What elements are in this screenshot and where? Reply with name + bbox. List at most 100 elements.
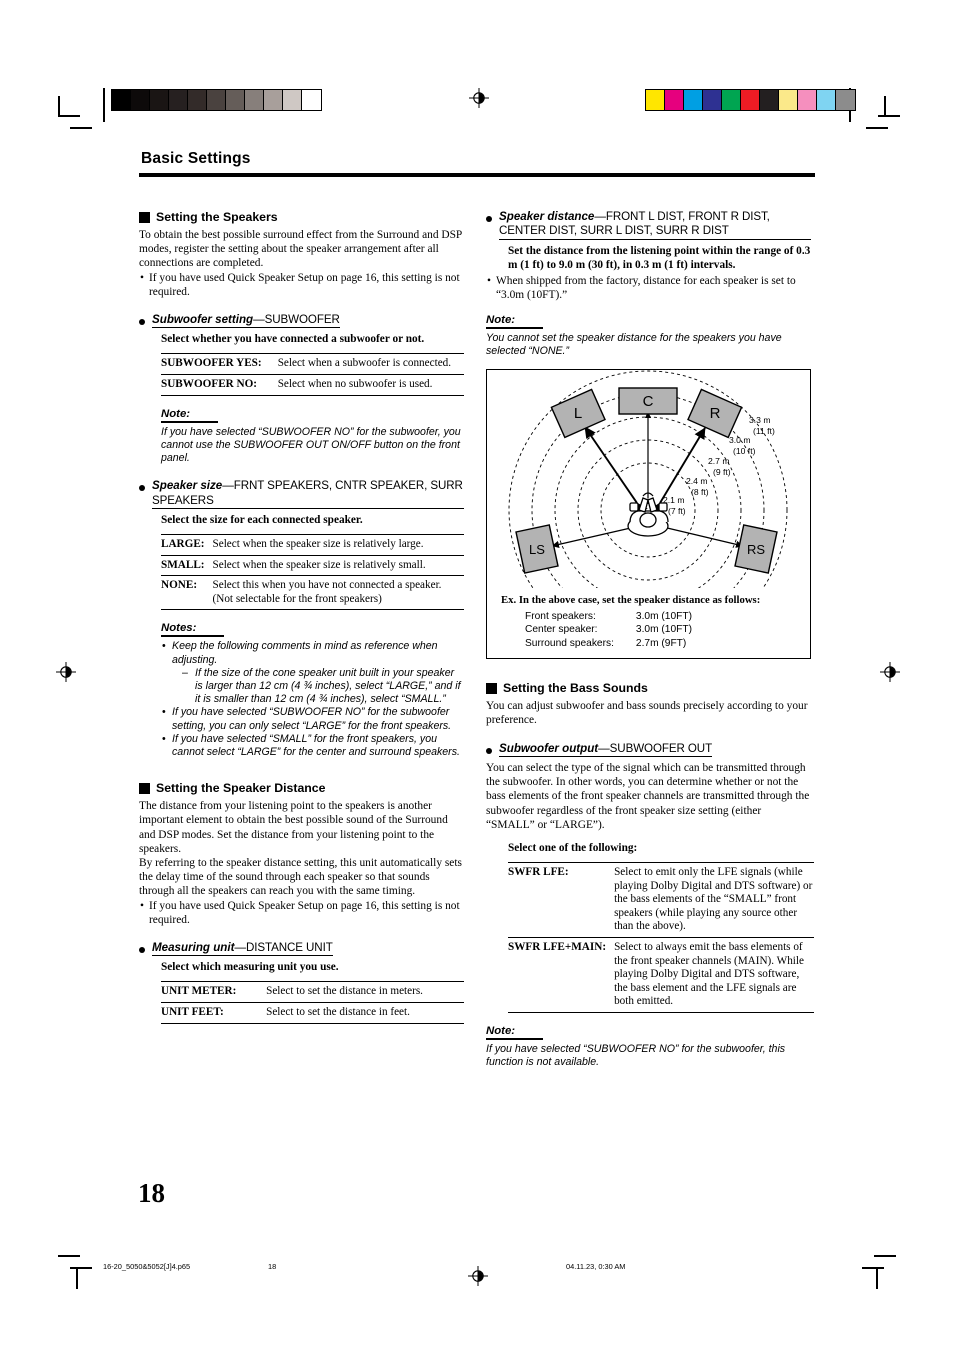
- row-key: LARGE:: [161, 538, 205, 551]
- option-lead: Select the size for each connected speak…: [161, 514, 363, 527]
- speaker-label-LS: LS: [529, 542, 545, 557]
- table-row: UNIT METER: Select to set the distance i…: [161, 981, 464, 1003]
- section-heading-setting-the-speakers: Setting the Speakers: [139, 210, 464, 224]
- page-number: 18: [138, 1178, 165, 1208]
- page-title: Basic Settings: [141, 150, 251, 167]
- bullet-dot-icon: [486, 216, 492, 222]
- arc-label-3-0m: 3.0 m: [729, 435, 751, 445]
- section-heading-label: Setting the Speakers: [156, 210, 278, 224]
- list-item: If you have used Quick Speaker Setup on …: [139, 899, 464, 927]
- option-body: You can select the type of the signal wh…: [486, 761, 810, 831]
- table-row: Front speakers: 3.0m (10FT): [525, 610, 692, 624]
- arc-label-2-1m: 2.1 m: [663, 495, 685, 505]
- calibration-swatch-0: [646, 90, 665, 110]
- table-row: UNIT FEET: Select to set the distance in…: [161, 1003, 464, 1024]
- row-value: 3.0m (10FT): [635, 624, 692, 636]
- calibration-swatch-4: [188, 90, 207, 110]
- registration-mark-top: [469, 88, 489, 108]
- table-row: SUBWOOFER NO: Select when no subwoofer i…: [161, 375, 464, 396]
- row-value: Select when a subwoofer is connected.: [277, 357, 452, 370]
- option-title: Speaker distance—FRONT L DIST, FRONT R D…: [499, 210, 811, 240]
- table-row: LARGE: Select when the speaker size is r…: [161, 534, 464, 556]
- option-title: Subwoofer setting—SUBWOOFER: [152, 313, 340, 329]
- section1-intro: To obtain the best possible surround eff…: [139, 229, 462, 270]
- table-row: NONE: Select this when you have not conn…: [161, 576, 464, 610]
- option-speaker-size: Speaker size—FRNT SPEAKERS, CNTR SPEAKER…: [139, 479, 464, 510]
- section-heading-label: Setting the Speaker Distance: [156, 781, 326, 796]
- crop-mark-bottom-right: [862, 1255, 896, 1289]
- note-text: If you have selected “SUBWOOFER NO” for …: [486, 1042, 786, 1069]
- table-row: SWFR LFE: Select to emit only the LFE si…: [508, 862, 814, 938]
- arc-label-2-7m: 2.7 m: [708, 456, 730, 466]
- calibration-swatch-8: [264, 90, 283, 110]
- list-item: If you have used Quick Speaker Setup on …: [139, 271, 464, 299]
- list-item: If you have selected “SUBWOOFER NO” for …: [161, 706, 464, 732]
- row-value: Select when the speaker size is relative…: [212, 558, 426, 571]
- row-label: Surround speakers:: [525, 637, 614, 649]
- registration-mark-bottom: [468, 1266, 488, 1286]
- speaker-size-table: LARGE: Select when the speaker size is r…: [161, 534, 464, 610]
- calibration-swatch-5: [741, 90, 760, 110]
- right-column: Speaker distance—FRONT L DIST, FRONT R D…: [486, 210, 814, 1069]
- table-row: SMALL: Select when the speaker size is r…: [161, 555, 464, 576]
- square-bullet-icon: [139, 782, 150, 794]
- calibration-swatch-0: [112, 90, 131, 110]
- section3-intro: You can adjust subwoofer and bass sounds…: [486, 700, 808, 727]
- table-row: SWFR LFE+MAIN: Select to always emit the…: [508, 937, 814, 1013]
- crop-mark-bottom-left: [58, 1255, 92, 1289]
- option-title-bold: Measuring unit: [152, 941, 235, 955]
- calibration-swatch-7: [779, 90, 798, 110]
- bullet-dot-icon: [486, 747, 492, 754]
- option-lead: Select which measuring unit you use.: [161, 961, 339, 974]
- row-key: SWFR LFE:: [508, 865, 569, 878]
- option-lead: Select whether you have connected a subw…: [161, 333, 425, 346]
- speaker-label-L: L: [574, 405, 582, 422]
- row-value: Select this when you have not connected …: [212, 579, 442, 605]
- option-measuring-unit: Measuring unit—DISTANCE UNIT: [139, 941, 464, 957]
- option-title-bold: Speaker size: [152, 479, 223, 493]
- row-value: 2.7m (9FT): [635, 637, 687, 649]
- calibration-swatch-3: [703, 90, 722, 110]
- note-heading: Note:: [486, 314, 544, 330]
- arc-label-2-7ft: (9 ft): [713, 467, 731, 477]
- crop-mark-top-right: [866, 96, 900, 130]
- section2-intro-1: The distance from your listening point t…: [139, 800, 448, 855]
- option-title-bold: Subwoofer setting: [152, 313, 254, 327]
- bullet-dot-icon: [139, 485, 145, 492]
- subwoofer-setting-table: SUBWOOFER YES: Select when a subwoofer i…: [161, 353, 464, 396]
- speaker-layout-figure: L C R LS RS 3.3 m (11 ft) 3.0 m (10 ft) …: [486, 368, 811, 660]
- row-label: Center speaker:: [525, 624, 598, 636]
- row-value: Select when no subwoofer is used.: [277, 378, 433, 391]
- list-item: Keep the following comments in mind as r…: [161, 640, 464, 706]
- table-row: SUBWOOFER YES: Select when a subwoofer i…: [161, 353, 464, 375]
- section2-intro-2: By referring to the speaker distance set…: [139, 857, 462, 898]
- speaker-label-C: C: [643, 393, 654, 410]
- title-rule: [139, 173, 815, 177]
- row-key: SWFR LFE+MAIN:: [508, 940, 607, 953]
- speaker-label-R: R: [710, 405, 721, 422]
- arc-label-2-4m: 2.4 m: [686, 476, 708, 486]
- calibration-swatch-1: [665, 90, 684, 110]
- arc-label-3-0ft: (10 ft): [733, 446, 756, 456]
- row-value: 3.0m (10FT): [635, 610, 692, 622]
- subwoofer-output-table: SWFR LFE: Select to emit only the LFE si…: [508, 862, 814, 1013]
- calibration-swatch-10: [302, 90, 321, 110]
- calibration-swatch-7: [245, 90, 264, 110]
- note-heading: Note:: [161, 408, 219, 423]
- calibration-swatch-6: [760, 90, 779, 110]
- calibration-swatch-3: [169, 90, 188, 110]
- speaker-size-notes: Keep the following comments in mind as r…: [161, 640, 464, 759]
- note-heading: Note:: [486, 1025, 544, 1040]
- calibration-swatch-2: [150, 90, 169, 110]
- square-bullet-icon: [139, 211, 150, 223]
- calibration-swatch-10: [836, 90, 855, 110]
- option-lead: Select one of the following:: [508, 841, 638, 854]
- row-value: Select when the speaker size is relative…: [212, 538, 424, 551]
- registration-mark-left: [56, 662, 76, 682]
- note-text: You cannot set the speaker distance for …: [486, 332, 782, 358]
- section2-bullets: If you have used Quick Speaker Setup on …: [139, 899, 464, 927]
- calibration-swatch-9: [817, 90, 836, 110]
- speaker-label-RS: RS: [747, 542, 765, 557]
- option-speaker-distance: Speaker distance—FRONT L DIST, FRONT R D…: [486, 210, 811, 240]
- option-title: Speaker size—FRNT SPEAKERS, CNTR SPEAKER…: [152, 479, 464, 510]
